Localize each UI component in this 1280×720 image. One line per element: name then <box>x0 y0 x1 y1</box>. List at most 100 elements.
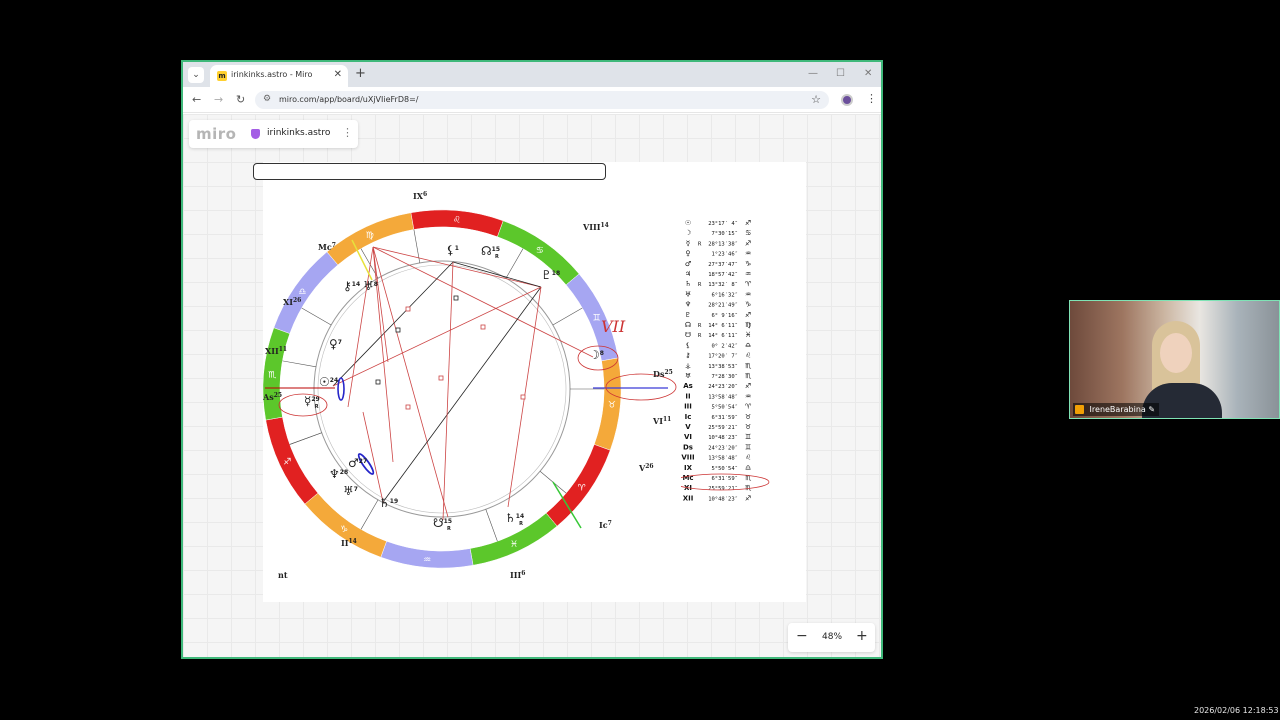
table-row: ♂ 27°37′47″ ♑ <box>685 260 751 268</box>
table-row: ♀ 1°23′46″ ♒ <box>685 250 751 258</box>
table-position: 28°13′38″ <box>708 241 738 247</box>
table-position: 14° 6′11″ <box>708 323 738 329</box>
zoom-level[interactable]: 48% <box>822 632 842 642</box>
close-window-button[interactable]: ✕ <box>864 68 872 79</box>
table-sign: ♐ <box>745 219 751 227</box>
tab-close-icon[interactable]: ✕ <box>334 69 342 80</box>
table-glyph: ♆ <box>685 301 691 309</box>
aspect-line <box>347 246 374 408</box>
board-name[interactable]: irinkinks.astro <box>267 128 330 138</box>
table-position: 13°32′ 8″ <box>708 282 738 288</box>
tab-search-icon[interactable]: ⌄ <box>188 67 204 83</box>
aspect-marker <box>438 375 444 381</box>
bookmark-star-icon[interactable]: ☆ <box>811 93 821 106</box>
table-position: 14° 6′11″ <box>708 333 738 339</box>
planet-glyph: ♅7 <box>343 484 358 498</box>
reload-button[interactable]: ↻ <box>236 93 245 106</box>
table-sign: ♑ <box>745 260 751 268</box>
table-row: XII 10°48′23″ ♐ <box>683 494 752 502</box>
aspect-line <box>372 246 389 363</box>
recording-timestamp: 2026/02/06 12:18:53 <box>1194 706 1279 715</box>
zodiac-sector <box>265 416 319 505</box>
natal-chart-wheel[interactable]: ♎♍♌♋♊♉♈♓♒♑♐♏ VII IX6VIII14Mc7XI26XII11As… <box>263 162 683 602</box>
table-glyph: ♅ <box>685 372 691 380</box>
tab-bar: ⌄ m irinkinks.astro - Miro ✕ + — ☐ ✕ <box>183 62 881 87</box>
back-button[interactable]: ← <box>192 93 201 106</box>
table-position: 6° 9′16″ <box>712 313 739 319</box>
table-sign: ♑ <box>745 301 751 309</box>
new-tab-button[interactable]: + <box>355 66 366 81</box>
table-sign: ♒ <box>745 250 751 258</box>
table-position: 28°21′49″ <box>708 303 738 309</box>
profile-avatar[interactable] <box>841 94 853 106</box>
planet-glyph: ♇18 <box>541 268 560 282</box>
miro-favicon-icon: m <box>217 71 227 81</box>
house-label: II14 <box>341 538 357 548</box>
forward-button[interactable]: → <box>214 93 223 106</box>
table-position: 24°23′20″ <box>708 445 738 451</box>
planet-glyph: ♀7 <box>329 337 342 351</box>
table-glyph: ☊ <box>685 321 691 329</box>
table-position: 13°58′48″ <box>708 394 738 400</box>
participant-video[interactable]: IreneBarabina ✎ <box>1069 300 1280 419</box>
table-sign: ♐ <box>745 239 751 247</box>
minimize-button[interactable]: — <box>808 68 818 79</box>
planet-glyph: ⚸1 <box>446 243 459 257</box>
house-cusp-line <box>505 248 524 279</box>
table-position: 10°48′23″ <box>708 435 738 441</box>
aspect-line <box>442 261 454 521</box>
zodiac-sign-glyph: ♋ <box>536 246 544 256</box>
house-cusp-line <box>289 432 322 445</box>
table-glyph: VI <box>684 433 692 441</box>
table-glyph: III <box>684 403 692 411</box>
table-row: ☿ R 28°13′38″ ♐ <box>686 239 751 247</box>
url-text[interactable]: miro.com/app/board/uXjVIieFrD8=/ <box>279 95 418 104</box>
table-sign: ♎ <box>745 464 751 472</box>
house-label: VI11 <box>652 416 671 426</box>
aspect-line <box>362 411 384 503</box>
table-glyph: ♄ <box>685 280 691 288</box>
aspect-line <box>382 286 542 503</box>
table-row: ♇ 6° 9′16″ ♐ <box>685 311 751 319</box>
address-bar[interactable]: ⚙ miro.com/app/board/uXjVIieFrD8=/ ☆ <box>255 91 829 109</box>
house-cusp-line <box>282 360 316 368</box>
table-position: 6°16′32″ <box>712 292 739 298</box>
table-position: 6°31′59″ <box>712 476 739 482</box>
table-position: 6°31′59″ <box>712 415 739 421</box>
table-position: 5°50′54″ <box>712 466 739 472</box>
zoom-in-button[interactable]: + <box>856 628 868 644</box>
table-sign: ♒ <box>745 392 751 400</box>
table-glyph: ♅ <box>685 290 691 298</box>
planet-glyph: ♅8 <box>363 279 378 293</box>
table-glyph: ♇ <box>685 311 691 319</box>
table-position: 24°23′20″ <box>708 384 738 390</box>
planet-glyph: ⚷14 <box>343 279 360 293</box>
table-row: XI 25°59′21″ ♏ <box>684 484 752 492</box>
board-menu-icon[interactable]: ⋮ <box>342 126 353 139</box>
aspect-line <box>372 246 449 518</box>
table-sign: ♏ <box>745 372 752 380</box>
zodiac-sign-glyph: ♑ <box>340 525 348 535</box>
miro-logo[interactable]: miro <box>196 125 236 143</box>
board-icon <box>251 129 260 139</box>
browser-menu-icon[interactable]: ⋮ <box>866 92 877 105</box>
table-retro: R <box>698 333 702 339</box>
table-row: ♆ 28°21′49″ ♑ <box>685 301 751 309</box>
table-sign: ♎ <box>745 341 751 349</box>
table-position: 17°20′ 7″ <box>708 354 738 360</box>
site-info-icon[interactable]: ⚙ <box>263 94 271 104</box>
planet-glyph: ☿29 R <box>304 394 320 410</box>
miro-board-canvas[interactable]: miro irinkinks.astro ⋮ ♎ ♍ ♌ ♋ ♊ ♉ ♈ ♓ ♒ ♑ ♐ ♏ <box>183 114 881 657</box>
aspect-line <box>452 261 542 288</box>
table-sign: ♓ <box>745 331 751 339</box>
table-position: 1°23′46″ <box>712 252 739 258</box>
zoom-out-button[interactable]: − <box>796 628 808 644</box>
table-position: 10°48′23″ <box>708 496 738 502</box>
active-tab[interactable]: m irinkinks.astro - Miro ✕ <box>210 65 348 87</box>
table-glyph: Ic <box>685 413 692 421</box>
aspect-marker <box>405 404 411 410</box>
table-glyph: VIII <box>681 454 694 462</box>
table-row: ♃ 18°57′42″ ♒ <box>685 270 751 278</box>
maximize-button[interactable]: ☐ <box>836 68 845 79</box>
table-row: ☊ R 14° 6′11″ ♍ <box>685 321 752 329</box>
